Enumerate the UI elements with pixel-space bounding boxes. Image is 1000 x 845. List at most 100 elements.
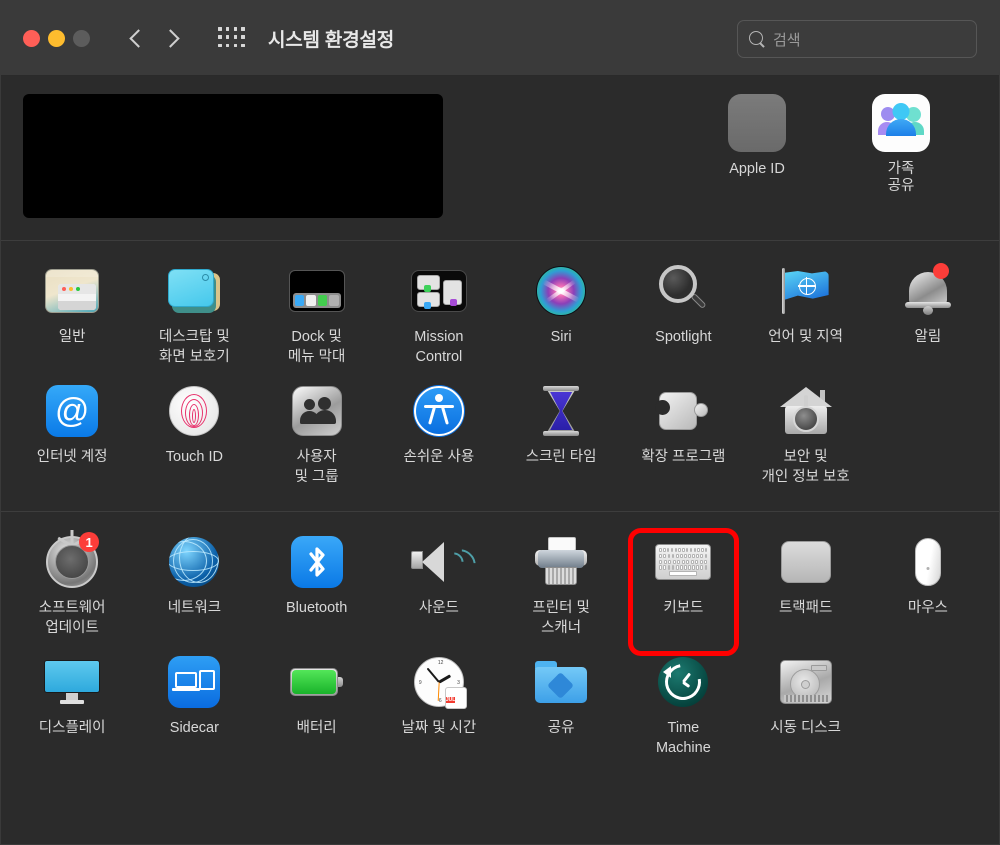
printer-icon [535, 537, 588, 587]
pref-item-trackpad[interactable]: 트랙패드 [745, 528, 867, 648]
pref-item-notifications[interactable]: 알림 [867, 257, 989, 377]
fingerprint-icon [169, 386, 220, 436]
pref-item-startup-disk[interactable]: 시동 디스크 [745, 648, 867, 768]
pref-label: Spotlight [655, 329, 712, 345]
pref-label: Sidecar [169, 720, 219, 736]
pref-item-network[interactable]: 네트워크 [133, 528, 255, 648]
search-field[interactable]: 검색 [737, 20, 977, 58]
preferences-row: 일반 데스크탑 및 화면 보호기 Dock 및 메뉴 막대 Mission Co… [1, 257, 999, 377]
dock-tray-icon [288, 270, 345, 312]
pref-item-sharing[interactable]: 공유 [500, 648, 622, 768]
pref-label: 보안 및 개인 정보 보호 [761, 449, 850, 485]
time-machine-clock-icon [658, 656, 709, 708]
pref-item-screen-time[interactable]: 스크린 타임 [500, 377, 622, 497]
preferences-row: 디스플레이 Sidecar 배터리 12 3 6 9 JUL 날짜 및 시간 공… [1, 648, 999, 768]
calendar-month: JUL [445, 697, 456, 703]
pref-item-accessibility[interactable]: 손쉬운 사용 [378, 377, 500, 497]
keyboard-icon [655, 544, 712, 580]
pref-label: 디스플레이 [38, 720, 106, 736]
pref-item-battery[interactable]: 배터리 [256, 648, 378, 768]
magnifier-icon [657, 265, 709, 317]
pref-item-general[interactable]: 일반 [11, 257, 133, 377]
pref-item-language-region[interactable]: 언어 및 지역 [745, 257, 867, 377]
two-people-icon [291, 386, 342, 436]
pref-item-time-machine[interactable]: Time Machine [622, 648, 744, 768]
pref-label: 시동 디스크 [770, 720, 841, 736]
mission-control-windows-icon [410, 270, 467, 312]
pref-item-mouse[interactable]: 마우스 [867, 528, 989, 648]
search-icon [748, 30, 766, 48]
mouse-icon [914, 538, 941, 586]
pref-label: Dock 및 메뉴 막대 [287, 329, 346, 365]
house-lock-icon [779, 387, 832, 435]
pref-label: Time Machine [655, 720, 711, 756]
hard-disk-icon [779, 660, 832, 704]
trackpad-icon [780, 541, 831, 583]
puzzle-piece-icon [655, 388, 709, 434]
pref-item-security-privacy[interactable]: 보안 및 개인 정보 보호 [745, 377, 867, 497]
pref-label: 손쉬운 사용 [403, 449, 475, 465]
pref-item-touch-id[interactable]: Touch ID [133, 377, 255, 497]
pref-item-keyboard[interactable]: 키보드 [622, 528, 744, 656]
show-all-grid-icon[interactable] [218, 27, 246, 49]
update-count-badge: 1 [79, 532, 100, 552]
bluetooth-rune-icon [290, 536, 343, 588]
pref-item-sound[interactable]: 사운드 [378, 528, 500, 648]
pref-label: 사용자 및 그룹 [294, 449, 339, 485]
general-window-icon [45, 269, 100, 313]
pref-item-family-sharing[interactable]: 가족 공유 [853, 94, 949, 240]
pref-item-empty-slot [867, 377, 989, 497]
pref-item-printers-scanners[interactable]: 프린터 및 스캐너 [500, 528, 622, 648]
pref-item-desktop-screensaver[interactable]: 데스크탑 및 화면 보호기 [133, 257, 255, 377]
at-sign-icon: @ [46, 385, 99, 437]
pref-label: 가족 공유 [887, 161, 915, 194]
preferences-section-hardware: 1 소프트웨어 업데이트 네트워크 Bluetooth 사운드 프린터 및 스캐… [1, 512, 999, 782]
navigation-arrows [128, 24, 182, 52]
pref-label: 소프트웨어 업데이트 [38, 600, 106, 636]
pref-label: 공유 [547, 720, 575, 736]
forward-chevron-icon[interactable] [164, 24, 182, 52]
calendar-badge: JUL 17 [444, 687, 467, 709]
pref-label: 트랙패드 [778, 600, 833, 616]
preferences-row: 1 소프트웨어 업데이트 네트워크 Bluetooth 사운드 프린터 및 스캐… [1, 528, 999, 656]
pref-item-software-update[interactable]: 1 소프트웨어 업데이트 [11, 528, 133, 648]
minimize-button[interactable] [48, 29, 65, 47]
pref-item-apple-id[interactable]: Apple ID [709, 94, 805, 240]
pref-item-extensions[interactable]: 확장 프로그램 [622, 377, 744, 497]
page-title: 시스템 환경설정 [268, 29, 395, 51]
back-chevron-icon[interactable] [128, 24, 146, 52]
siri-orb-icon [536, 266, 587, 316]
flag-globe-icon [779, 268, 833, 314]
pref-label: 날짜 및 시간 [401, 720, 477, 736]
pref-item-users-groups[interactable]: 사용자 및 그룹 [256, 377, 378, 497]
search-input[interactable]: 검색 [773, 29, 801, 50]
speaker-waves-icon [410, 541, 481, 583]
pref-item-spotlight[interactable]: Spotlight [622, 257, 744, 377]
traffic-lights [23, 29, 90, 47]
pref-label: Siri [550, 329, 572, 345]
pref-label: 확장 프로그램 [641, 449, 726, 465]
pref-item-date-time[interactable]: 12 3 6 9 JUL 17 날짜 및 시간 [378, 648, 500, 768]
close-button[interactable] [23, 29, 40, 47]
pref-label: 배터리 [296, 720, 337, 736]
pref-item-empty-slot [867, 648, 989, 768]
pref-label: 키보드 [663, 600, 704, 616]
status-badge [932, 263, 949, 279]
apple-logo-icon [728, 94, 786, 152]
preferences-section-personal: 일반 데스크탑 및 화면 보호기 Dock 및 메뉴 막대 Mission Co… [1, 241, 999, 512]
pref-label: 스크린 타임 [525, 449, 597, 465]
pref-item-sidecar[interactable]: Sidecar [133, 648, 255, 768]
pref-item-dock-menubar[interactable]: Dock 및 메뉴 막대 [256, 257, 378, 377]
pref-label: Apple ID [729, 161, 785, 177]
globe-mesh-icon [169, 537, 220, 587]
pref-item-siri[interactable]: Siri [500, 257, 622, 377]
pref-item-internet-accounts[interactable]: @ 인터넷 계정 [11, 377, 133, 497]
account-items: Apple ID 가족 공유 [709, 94, 977, 240]
account-section: Apple ID 가족 공유 [1, 76, 999, 241]
pref-label: Touch ID [165, 449, 223, 465]
pref-item-displays[interactable]: 디스플레이 [11, 648, 133, 768]
pref-label: Bluetooth [285, 600, 348, 616]
pref-item-bluetooth[interactable]: Bluetooth [256, 528, 378, 648]
pref-label: 일반 [58, 329, 86, 345]
pref-item-mission-control[interactable]: Mission Control [378, 257, 500, 377]
